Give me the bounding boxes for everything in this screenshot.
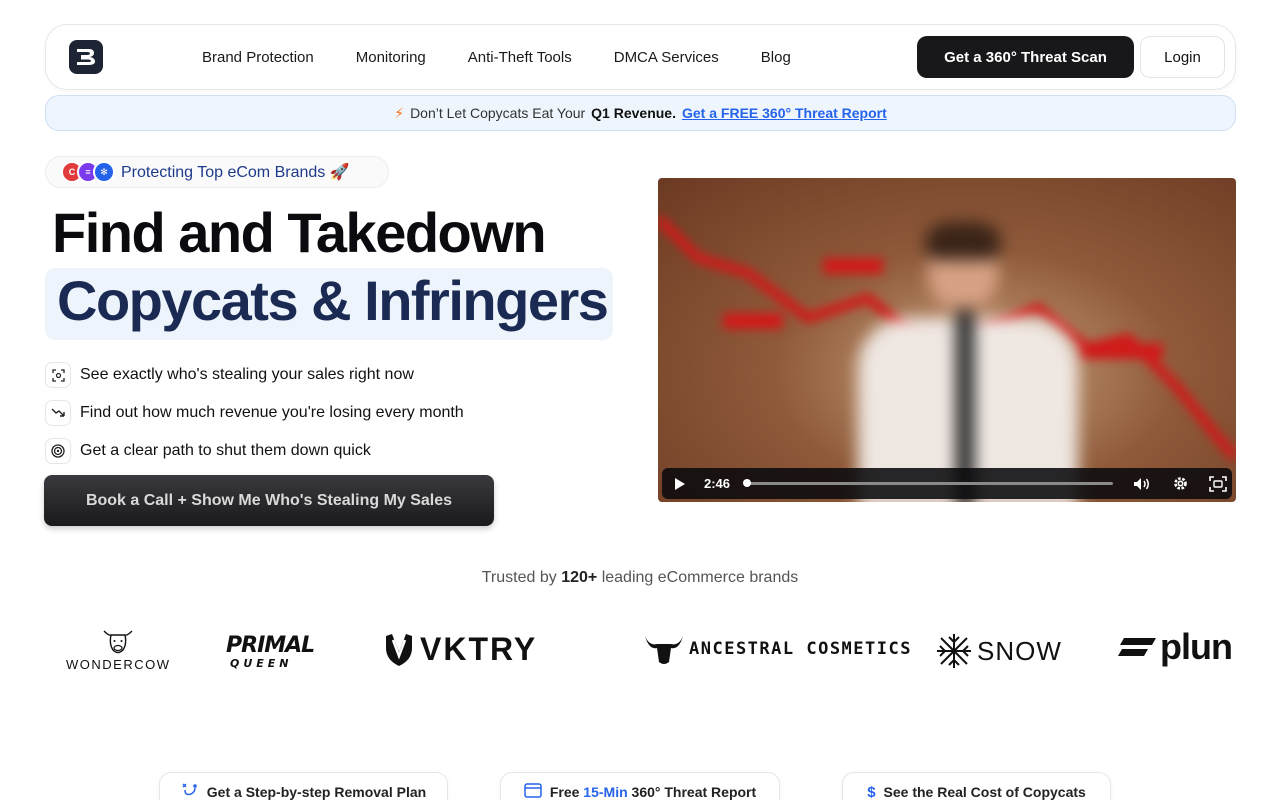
card-text: See the Real Cost of Copycats bbox=[883, 784, 1086, 800]
hero-title-highlight: Copycats & Infringers bbox=[45, 268, 613, 340]
list-item: See exactly who's stealing your sales ri… bbox=[45, 356, 464, 394]
volume-icon[interactable] bbox=[1131, 473, 1153, 495]
brand-logo-primal-queen: PRIMAL QUEEN bbox=[224, 630, 314, 670]
book-call-button[interactable]: Book a Call + Show Me Who's Stealing My … bbox=[44, 475, 494, 526]
brand-logo-vktry: VKTRY bbox=[384, 630, 537, 668]
svg-text:QUEEN: QUEEN bbox=[230, 657, 293, 670]
brand-logo-ancestral-cosmetics: ANCESTRAL COSMETICS bbox=[643, 632, 912, 666]
brand-avatars: C ≡ ✻ bbox=[61, 161, 115, 183]
trusted-by-text: Trusted by 120+ leading eCommerce brands bbox=[0, 569, 1280, 587]
brand-name: VKTRY bbox=[420, 630, 538, 667]
hero-title-line1: Find and Takedown bbox=[52, 201, 547, 264]
cow-icon bbox=[103, 630, 133, 654]
cost-of-copycats-card[interactable]: $ See the Real Cost of Copycats bbox=[842, 772, 1111, 800]
bullet-text: Get a clear path to shut them down quick bbox=[80, 442, 371, 459]
card-text: Get a Step-by-step Removal Plan bbox=[206, 784, 427, 800]
removal-plan-card[interactable]: Get a Step-by-step Removal Plan bbox=[159, 772, 448, 800]
logo[interactable] bbox=[69, 40, 103, 74]
threat-report-link[interactable]: Get a FREE 360° Threat Report bbox=[682, 105, 887, 121]
list-item: Get a clear path to shut them down quick bbox=[45, 432, 464, 470]
video-player[interactable]: 2:46 bbox=[658, 178, 1236, 502]
top-navbar: Brand Protection Monitoring Anti-Theft T… bbox=[45, 24, 1236, 90]
plun-mark-icon bbox=[1118, 638, 1156, 656]
settings-gear-icon[interactable] bbox=[1169, 473, 1191, 495]
video-controls: 2:46 bbox=[662, 468, 1232, 499]
snowflake-icon bbox=[937, 634, 971, 668]
banner-text: Don’t Let Copycats Eat Your bbox=[410, 105, 586, 121]
brand-logo-plun: plun bbox=[1118, 626, 1233, 668]
calendar-icon bbox=[524, 782, 542, 800]
play-icon[interactable] bbox=[674, 477, 704, 491]
bull-skull-icon bbox=[645, 636, 683, 664]
video-progress-bar[interactable] bbox=[743, 479, 1113, 487]
primal-queen-wordmark: PRIMAL QUEEN bbox=[226, 633, 314, 670]
trusted-prefix: Trusted by bbox=[481, 569, 557, 586]
path-icon bbox=[181, 782, 199, 800]
fullscreen-icon[interactable] bbox=[1207, 473, 1229, 495]
banner-bold-text: Q1 Revenue. bbox=[591, 105, 676, 121]
brand-avatar: ✻ bbox=[93, 161, 115, 183]
bullet-text: See exactly who's stealing your sales ri… bbox=[80, 366, 414, 383]
trend-down-icon bbox=[45, 400, 71, 426]
shield-v-icon bbox=[386, 634, 412, 666]
dollar-icon: $ bbox=[867, 783, 876, 800]
nav-link-dmca-services[interactable]: DMCA Services bbox=[614, 49, 719, 66]
nav-link-monitoring[interactable]: Monitoring bbox=[356, 49, 426, 66]
nav-link-brand-protection[interactable]: Brand Protection bbox=[202, 49, 314, 66]
video-time: 2:46 bbox=[704, 476, 731, 491]
login-button[interactable]: Login bbox=[1140, 36, 1225, 78]
lightning-icon: ⚡ bbox=[394, 104, 405, 121]
card-text-post: 360° Threat Report bbox=[631, 784, 757, 800]
scan-icon bbox=[45, 362, 71, 388]
brand-name: WONDERCOW bbox=[66, 657, 171, 672]
brand-name: ANCESTRAL COSMETICS bbox=[689, 639, 912, 659]
promo-banner: ⚡ Don’t Let Copycats Eat Your Q1 Revenue… bbox=[45, 95, 1236, 131]
brand-logo-strip: WONDERCOW PRIMAL QUEEN VKTRY ANCESTRAL C… bbox=[0, 620, 1280, 680]
threat-scan-button[interactable]: Get a 360° Threat Scan bbox=[917, 36, 1134, 78]
progress-knob[interactable] bbox=[743, 479, 751, 487]
bullet-text: Find out how much revenue you're losing … bbox=[80, 404, 464, 421]
threat-report-card[interactable]: Free 15-Min 360° Threat Report bbox=[500, 772, 780, 800]
hero-bullet-list: See exactly who's stealing your sales ri… bbox=[45, 356, 464, 470]
list-item: Find out how much revenue you're losing … bbox=[45, 394, 464, 432]
trust-pill: C ≡ ✻ Protecting Top eCom Brands 🚀 bbox=[45, 156, 389, 188]
brand-logo-snow: SNOW bbox=[935, 632, 1062, 670]
logo-icon bbox=[77, 49, 95, 65]
target-icon bbox=[45, 438, 71, 464]
pill-text: Protecting Top eCom Brands 🚀 bbox=[121, 164, 350, 181]
trusted-count: 120+ bbox=[561, 569, 598, 586]
nav-link-anti-theft-tools[interactable]: Anti-Theft Tools bbox=[468, 49, 572, 66]
brand-logo-wondercow: WONDERCOW bbox=[66, 628, 171, 672]
hero-title-line2: Copycats & Infringers bbox=[57, 269, 609, 332]
svg-text:PRIMAL: PRIMAL bbox=[226, 633, 314, 658]
brand-name: SNOW bbox=[977, 635, 1062, 666]
nav-link-blog[interactable]: Blog bbox=[761, 49, 791, 66]
card-text-highlight: 15-Min bbox=[583, 784, 628, 800]
card-text-pre: Free bbox=[549, 784, 580, 800]
speaker-figure bbox=[848, 222, 1088, 502]
trusted-suffix: leading eCommerce brands bbox=[601, 569, 799, 586]
brand-name: plun bbox=[1160, 626, 1233, 667]
